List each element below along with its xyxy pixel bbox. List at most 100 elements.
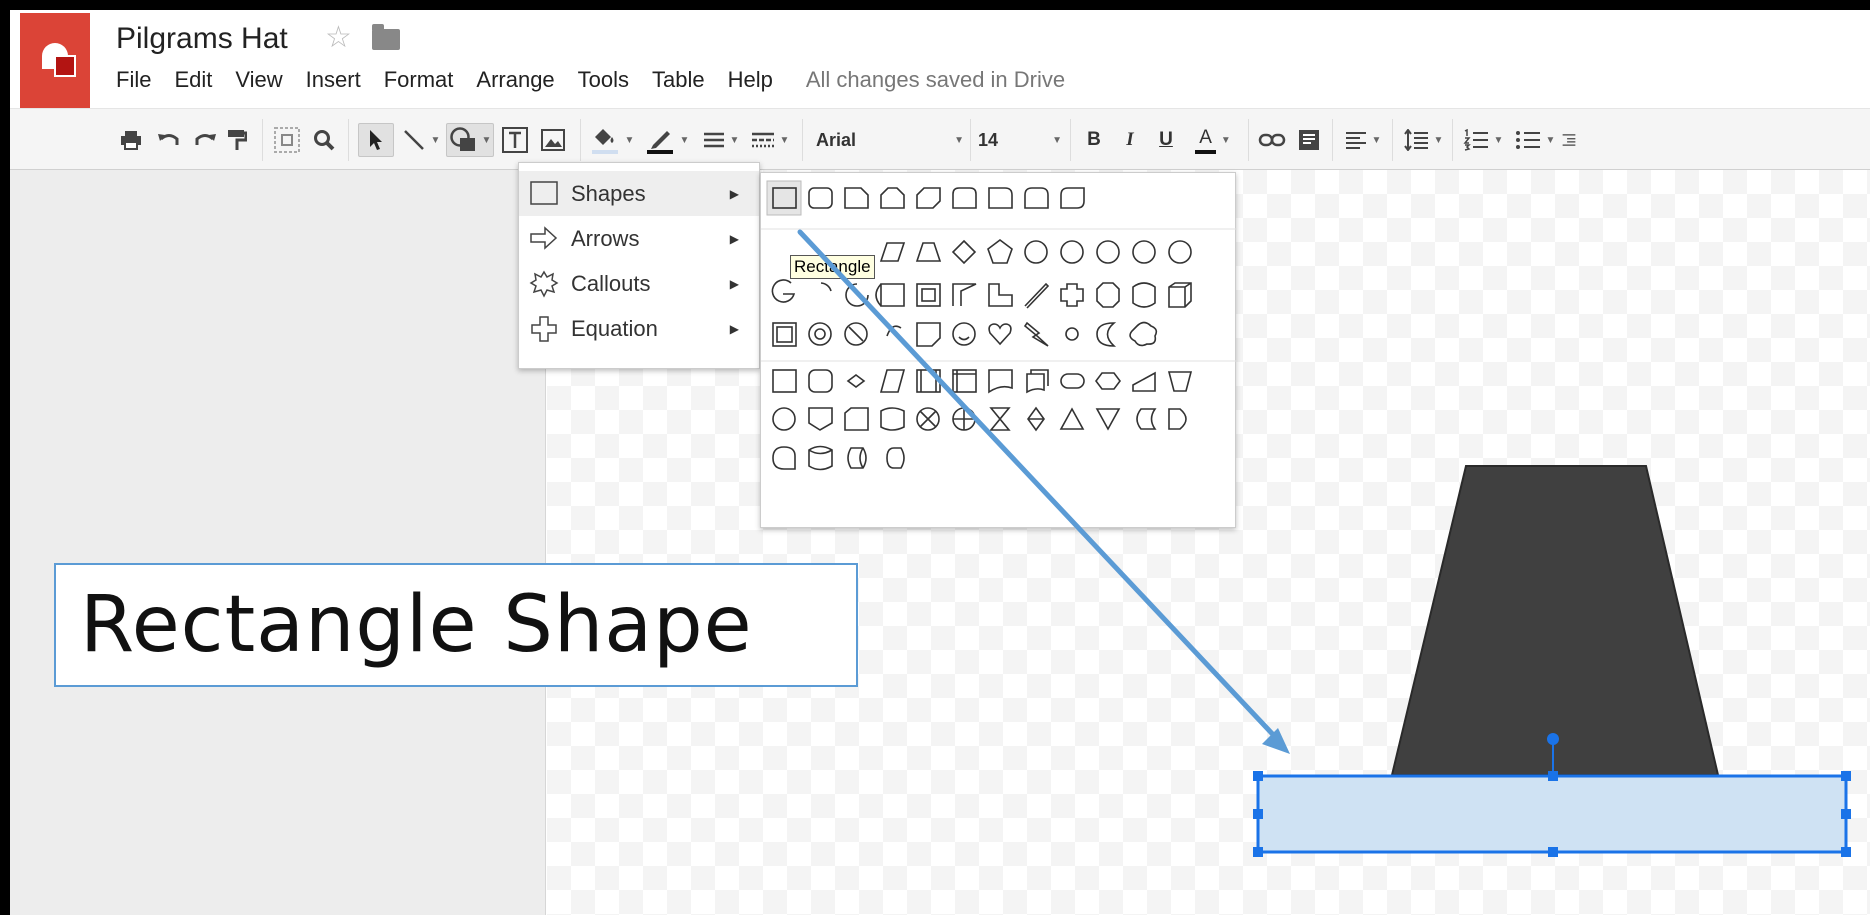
numbered-list-icon[interactable]: ▼ xyxy=(1460,123,1506,157)
link-icon[interactable] xyxy=(1256,123,1288,157)
flowchart-display[interactable] xyxy=(886,447,905,469)
font-family-select[interactable]: Arial ▼ xyxy=(816,123,964,157)
menu-insert[interactable]: Insert xyxy=(306,67,361,93)
flowchart-sequential-access[interactable] xyxy=(772,446,796,470)
folder-icon[interactable] xyxy=(372,24,400,50)
star-icon[interactable]: ☆ xyxy=(325,20,352,55)
shape-snip-diag-rect[interactable] xyxy=(916,187,941,209)
shape-sun[interactable] xyxy=(1065,327,1079,341)
shape-parallelogram[interactable] xyxy=(879,242,906,262)
italic-button[interactable]: I xyxy=(1116,123,1144,157)
flowchart-offpage[interactable] xyxy=(808,407,833,431)
shape-l-shape[interactable] xyxy=(988,283,1013,307)
line-color-icon[interactable]: ▼ xyxy=(642,123,692,157)
menu-format[interactable]: Format xyxy=(384,67,454,93)
text-color-button[interactable]: A ▼ xyxy=(1186,123,1240,157)
flowchart-document[interactable] xyxy=(988,369,1013,394)
shape-cube[interactable] xyxy=(1168,282,1192,308)
flowchart-alt-process[interactable] xyxy=(808,369,833,393)
shape-cloud[interactable] xyxy=(1129,321,1158,347)
flowchart-delay[interactable] xyxy=(1168,408,1187,430)
shape-pie[interactable] xyxy=(771,279,796,303)
underline-button[interactable]: U xyxy=(1152,123,1180,157)
document-title[interactable]: Pilgrams Hat xyxy=(116,22,288,56)
shape-octagon-2[interactable] xyxy=(1096,282,1120,308)
shape-diagonal-stripe[interactable] xyxy=(1024,282,1050,309)
flowchart-extract[interactable] xyxy=(1059,407,1085,430)
align-icon[interactable]: ▼ xyxy=(1340,123,1386,157)
flowchart-terminator[interactable] xyxy=(1060,373,1085,389)
bold-button[interactable]: B xyxy=(1080,123,1108,157)
shape-snip-rect[interactable] xyxy=(844,187,869,209)
shape-chord[interactable] xyxy=(845,283,869,307)
menu-table[interactable]: Table xyxy=(652,67,705,93)
shape-round-two-rect[interactable] xyxy=(1024,187,1049,209)
line-spacing-icon[interactable]: ▼ xyxy=(1400,123,1446,157)
print-icon[interactable] xyxy=(118,123,144,157)
menu-item-equation[interactable]: Equation ▶ xyxy=(519,306,759,351)
flowchart-merge[interactable] xyxy=(1095,408,1121,431)
flowchart-process[interactable] xyxy=(772,369,797,393)
bulleted-list-icon[interactable]: ▼ xyxy=(1512,123,1558,157)
shape-icon[interactable]: ▼ xyxy=(446,123,494,157)
font-size-select[interactable]: 14 ▼ xyxy=(978,123,1062,157)
undo-icon[interactable] xyxy=(156,123,182,157)
shape-arc[interactable] xyxy=(820,282,832,292)
shape-heart[interactable] xyxy=(988,323,1012,346)
shape-plaque[interactable] xyxy=(1060,283,1084,307)
shape-diamond[interactable] xyxy=(951,239,977,265)
menu-help[interactable]: Help xyxy=(728,67,773,93)
shape-block-arc[interactable] xyxy=(886,325,902,337)
shape-pentagon[interactable] xyxy=(987,239,1013,264)
line-dash-icon[interactable]: ▼ xyxy=(748,123,792,157)
fit-icon[interactable] xyxy=(272,123,302,157)
flowchart-magnetic-disk[interactable] xyxy=(808,445,833,471)
shape-frame[interactable] xyxy=(916,283,941,307)
shape-folded-corner[interactable] xyxy=(916,322,941,347)
menu-edit[interactable]: Edit xyxy=(174,67,212,93)
menu-tools[interactable]: Tools xyxy=(578,67,629,93)
comment-icon[interactable] xyxy=(1294,123,1324,157)
flowchart-multidocument[interactable] xyxy=(1026,369,1049,394)
shape-hexagon[interactable] xyxy=(1024,240,1048,264)
menu-item-arrows[interactable]: Arrows ▶ xyxy=(519,216,759,261)
flowchart-data[interactable] xyxy=(879,369,906,393)
menu-item-callouts[interactable]: Callouts ▶ xyxy=(519,261,759,306)
shape-lightning[interactable] xyxy=(1023,321,1049,347)
flowchart-collate[interactable] xyxy=(989,407,1011,431)
paint-format-icon[interactable] xyxy=(224,123,250,157)
shape-dodecagon[interactable] xyxy=(1168,240,1192,264)
select-icon[interactable] xyxy=(358,123,394,157)
shape-half-frame[interactable] xyxy=(952,283,977,306)
shape-trapezoid[interactable] xyxy=(915,242,942,262)
flowchart-direct-access[interactable] xyxy=(847,447,867,469)
shape-decagon[interactable] xyxy=(1132,240,1156,264)
shape-round-corner-rect[interactable] xyxy=(988,187,1013,209)
flowchart-manual-input[interactable] xyxy=(1132,371,1156,392)
drawings-logo[interactable] xyxy=(20,13,90,108)
text-box-icon[interactable] xyxy=(500,123,530,157)
shape-octagon[interactable] xyxy=(1096,240,1120,264)
shape-heptagon[interactable] xyxy=(1060,240,1084,264)
line-weight-icon[interactable]: ▼ xyxy=(700,123,742,157)
shape-round-diag-rect[interactable] xyxy=(1060,187,1085,209)
flowchart-decision[interactable] xyxy=(846,374,866,388)
shape-can[interactable] xyxy=(1132,282,1156,308)
flowchart-sort[interactable] xyxy=(1027,406,1045,432)
menu-view[interactable]: View xyxy=(235,67,282,93)
flowchart-punched-tape[interactable] xyxy=(880,407,905,431)
menu-file[interactable]: File xyxy=(116,67,151,93)
fill-color-icon[interactable]: ▼ xyxy=(588,123,636,157)
flowchart-manual-operation[interactable] xyxy=(1167,371,1193,392)
shape-moon[interactable] xyxy=(1096,322,1117,347)
shape-teardrop[interactable] xyxy=(875,283,905,307)
flowchart-connector[interactable] xyxy=(772,407,796,431)
flowchart-card[interactable] xyxy=(844,407,869,431)
image-icon[interactable] xyxy=(538,123,568,157)
line-icon[interactable]: ▼ xyxy=(400,123,442,157)
redo-icon[interactable] xyxy=(192,123,218,157)
shape-round-top-rect[interactable] xyxy=(952,187,977,209)
shape-snip-two-rect[interactable] xyxy=(880,187,905,209)
shape-smiley[interactable] xyxy=(952,322,976,346)
zoom-icon[interactable] xyxy=(310,123,338,157)
